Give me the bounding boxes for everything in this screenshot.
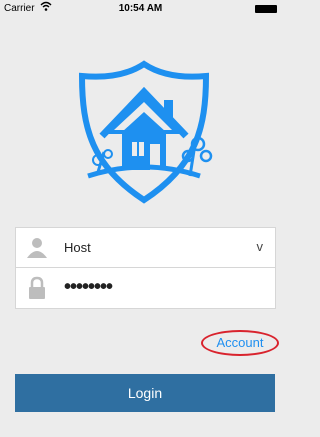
chevron-down-icon[interactable]: v: [257, 239, 264, 254]
password-field[interactable]: ••••••••: [16, 268, 275, 308]
account-link[interactable]: Account: [201, 330, 279, 356]
shield-house-icon: [64, 58, 224, 208]
login-button[interactable]: Login: [15, 374, 275, 412]
password-value: ••••••••: [64, 276, 113, 298]
username-value: Host: [64, 240, 91, 255]
battery-icon: [255, 5, 277, 13]
lock-icon: [26, 276, 48, 305]
username-field[interactable]: Host v: [16, 228, 275, 268]
status-time: 10:54 AM: [118, 3, 163, 14]
user-icon: [26, 236, 48, 263]
login-form: Host v ••••••••: [15, 227, 276, 309]
status-bar: Carrier 10:54 AM: [0, 0, 281, 18]
